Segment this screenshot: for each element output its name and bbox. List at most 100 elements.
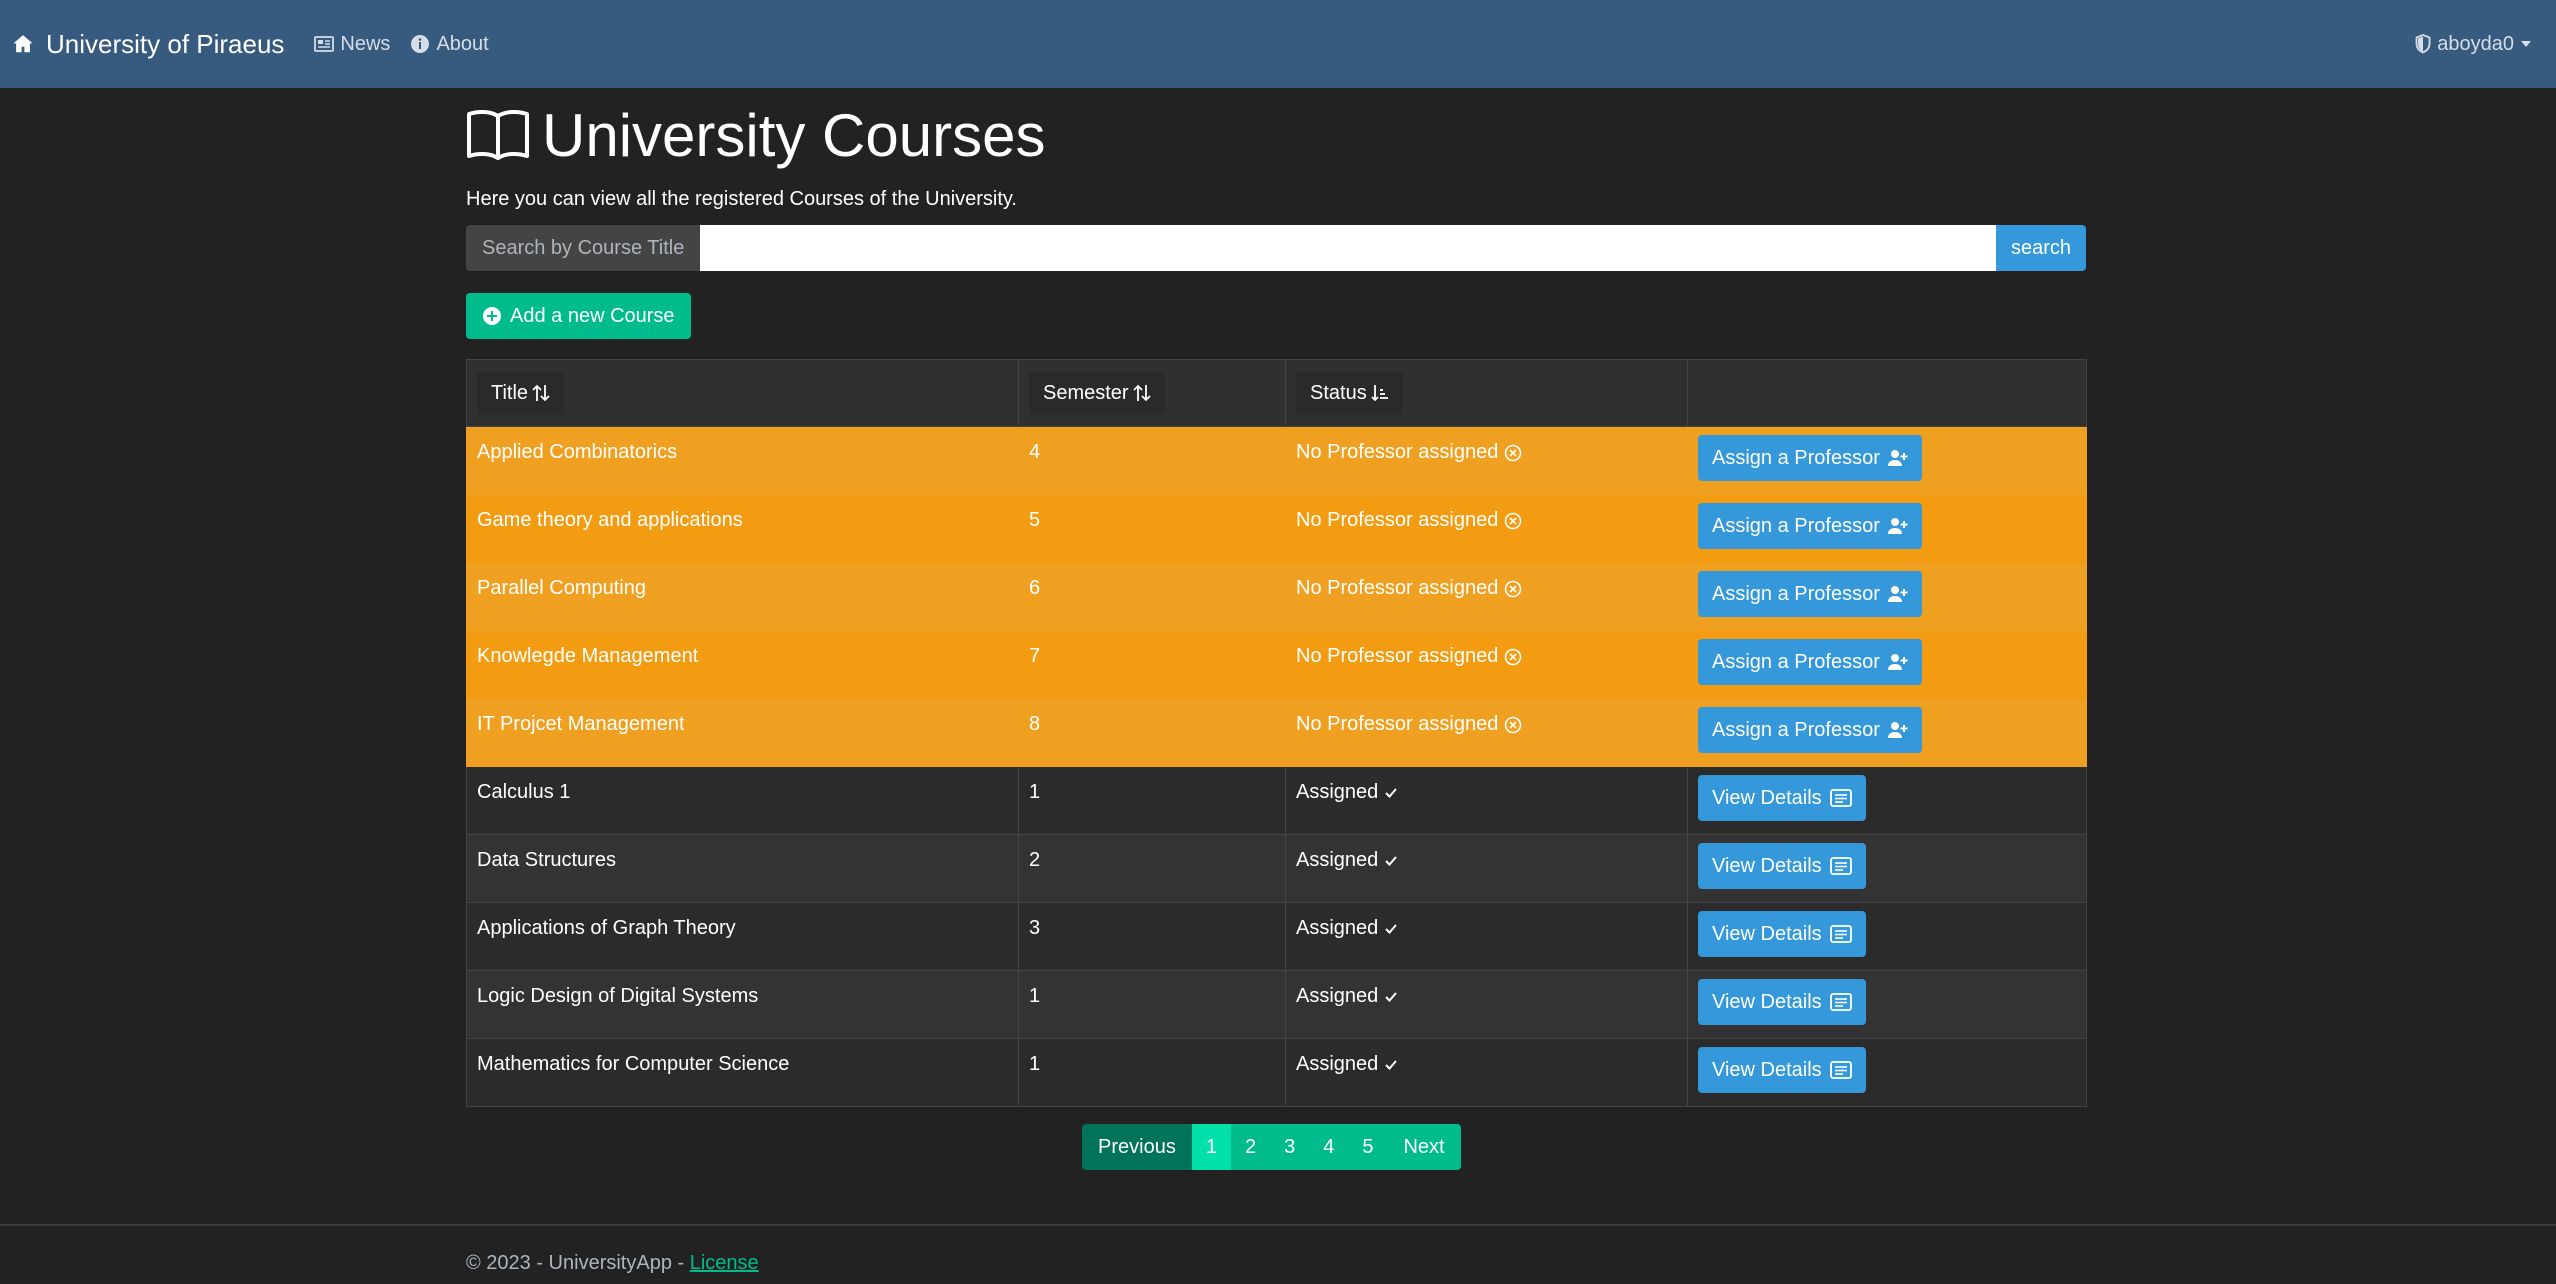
course-title: Logic Design of Digital Systems <box>466 970 1019 1039</box>
search-input[interactable] <box>700 225 1996 271</box>
action-label: View Details <box>1712 990 1822 1013</box>
newspaper-icon <box>314 35 335 53</box>
view-details-button[interactable]: View Details <box>1698 979 1866 1025</box>
course-title: Data Structures <box>466 834 1019 903</box>
assign-professor-button[interactable]: Assign a Professor <box>1698 707 1922 753</box>
courses-table: Title Semester Status Applied Combinator… <box>466 359 2087 1107</box>
view-details-button[interactable]: View Details <box>1698 775 1866 821</box>
header-status: Status <box>1285 359 1688 427</box>
card-text-icon <box>1829 925 1852 943</box>
course-title: Knowlegde Management <box>466 630 1019 699</box>
assign-professor-button[interactable]: Assign a Professor <box>1698 503 1922 549</box>
nav-link-news-label: News <box>340 32 391 55</box>
view-details-button[interactable]: View Details <box>1698 1047 1866 1093</box>
course-actions: Assign a Professor <box>1687 426 2087 495</box>
search-group: Search by Course Title search <box>466 225 2086 271</box>
nav-link-about-label: About <box>436 32 489 55</box>
footer-divider <box>0 1224 2556 1226</box>
course-semester: 3 <box>1018 902 1286 971</box>
header-title: Title <box>466 359 1019 427</box>
user-menu-dropdown[interactable]: aboyda0 <box>2415 0 2532 88</box>
course-semester: 6 <box>1018 562 1286 631</box>
pagination-page-5[interactable]: 5 <box>1348 1124 1388 1170</box>
view-details-button[interactable]: View Details <box>1698 843 1866 889</box>
sort-title-button[interactable]: Title <box>477 371 565 415</box>
course-status: No Professor assigned <box>1285 494 1688 563</box>
table-row: Mathematics for Computer Science 1 Assigne… <box>466 1038 2087 1107</box>
view-details-button[interactable]: View Details <box>1698 911 1866 957</box>
table-row: Knowlegde Management 7 No Professor assign… <box>466 630 2087 699</box>
card-text-icon <box>1829 857 1852 875</box>
course-title: Mathematics for Computer Science <box>466 1038 1019 1107</box>
header-semester: Semester <box>1018 359 1286 427</box>
course-status: Assigned <box>1285 766 1688 835</box>
sort-arrows-icon <box>532 383 550 403</box>
table-row: Calculus 1 1 Assigned View Details <box>466 766 2087 835</box>
info-icon <box>410 34 430 54</box>
card-text-icon <box>1829 993 1852 1011</box>
course-actions: Assign a Professor <box>1687 562 2087 631</box>
pagination-next[interactable]: Next <box>1387 1124 1461 1170</box>
license-link[interactable]: License <box>690 1252 759 1274</box>
status-text: Assigned <box>1296 849 1379 871</box>
course-actions: View Details <box>1687 902 2087 971</box>
course-semester: 1 <box>1018 970 1286 1039</box>
sort-semester-button[interactable]: Semester <box>1029 371 1165 415</box>
person-plus-icon <box>1887 449 1908 467</box>
search-label: Search by Course Title <box>466 225 701 271</box>
x-circle-icon <box>1504 512 1522 530</box>
user-name: aboyda0 <box>2437 32 2514 55</box>
action-label: Assign a Professor <box>1712 514 1880 537</box>
pagination-page-1[interactable]: 1 <box>1191 1124 1231 1170</box>
table-row: Applied Combinatorics 4 No Professor assig… <box>466 426 2087 495</box>
sort-title-label: Title <box>491 381 529 404</box>
x-circle-icon <box>1504 444 1522 462</box>
card-text-icon <box>1829 1061 1852 1079</box>
person-plus-icon <box>1887 585 1908 603</box>
course-semester: 1 <box>1018 766 1286 835</box>
assign-professor-button[interactable]: Assign a Professor <box>1698 571 1922 617</box>
course-status: Assigned <box>1285 1038 1688 1107</box>
action-label: Assign a Professor <box>1712 582 1880 605</box>
pagination-page-4[interactable]: 4 <box>1309 1124 1349 1170</box>
brand-link[interactable]: University of Piraeus <box>12 29 284 60</box>
assign-professor-button[interactable]: Assign a Professor <box>1698 639 1922 685</box>
nav-link-about[interactable]: About <box>410 32 489 56</box>
search-button[interactable]: search <box>1996 225 2086 271</box>
course-semester: 8 <box>1018 698 1286 767</box>
table-row: Data Structures 2 Assigned View Details <box>466 834 2087 903</box>
course-semester: 2 <box>1018 834 1286 903</box>
action-label: Assign a Professor <box>1712 650 1880 673</box>
add-course-button[interactable]: Add a new Course <box>466 293 691 339</box>
action-label: View Details <box>1712 854 1822 877</box>
check-icon <box>1384 923 1398 935</box>
nav-link-news[interactable]: News <box>314 33 390 56</box>
navbar: University of Piraeus News About aboyda0 <box>0 0 2556 88</box>
course-status: No Professor assigned <box>1285 562 1688 631</box>
assign-professor-button[interactable]: Assign a Professor <box>1698 435 1922 481</box>
course-title: IT Projcet Management <box>466 698 1019 767</box>
action-label: View Details <box>1712 922 1822 945</box>
plus-circle-icon <box>482 306 502 326</box>
course-actions: View Details <box>1687 766 2087 835</box>
main-content: University Courses Here you can view all… <box>466 88 2087 1107</box>
pagination-previous[interactable]: Previous <box>1082 1124 1192 1170</box>
pagination-page-2[interactable]: 2 <box>1230 1124 1271 1170</box>
check-icon <box>1384 1059 1398 1071</box>
table-row: Parallel Computing 6 No Professor assigned… <box>466 562 2087 631</box>
course-status: Assigned <box>1285 970 1688 1039</box>
table-row: Game theory and applications 5 No Professo… <box>466 494 2087 563</box>
status-text: Assigned <box>1296 781 1379 803</box>
action-label: View Details <box>1712 786 1822 809</box>
x-circle-icon <box>1504 716 1522 734</box>
status-text: No Professor assigned <box>1296 441 1499 463</box>
status-text: Assigned <box>1296 985 1379 1007</box>
sort-status-button[interactable]: Status <box>1296 371 1403 415</box>
course-status: Assigned <box>1285 902 1688 971</box>
course-title: Applications of Graph Theory <box>466 902 1019 971</box>
header-actions <box>1687 359 2087 427</box>
course-semester: 1 <box>1018 1038 1286 1107</box>
status-text: No Professor assigned <box>1296 577 1499 599</box>
person-plus-icon <box>1887 653 1908 671</box>
pagination-page-3[interactable]: 3 <box>1270 1124 1310 1170</box>
